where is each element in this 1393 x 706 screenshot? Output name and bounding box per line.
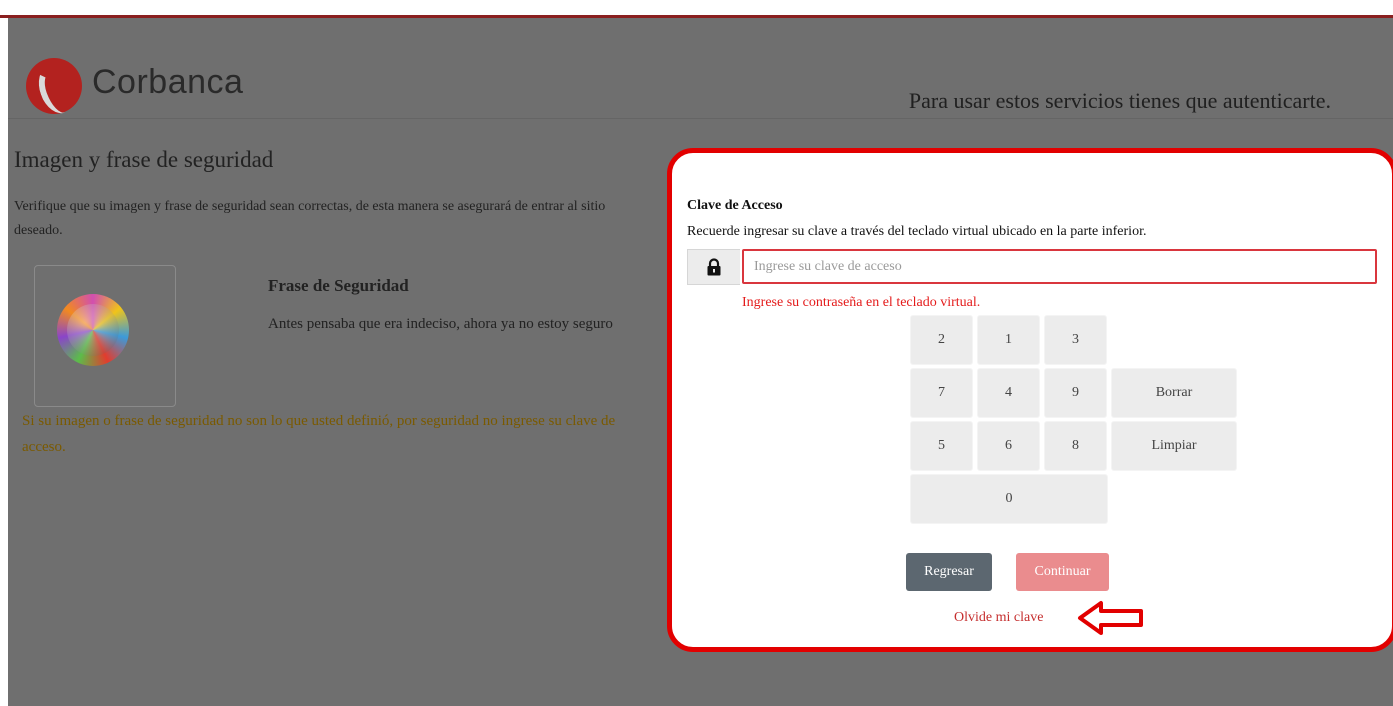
- key-9[interactable]: 9: [1044, 368, 1107, 418]
- password-error: Ingrese su contraseña en el teclado virt…: [742, 295, 981, 310]
- login-title: Clave de Acceso: [687, 198, 783, 213]
- page-header: Corbanca Para usar estos servicios tiene…: [8, 18, 1393, 119]
- yarn-ball-image: [57, 294, 129, 366]
- key-8[interactable]: 8: [1044, 421, 1107, 471]
- logo-mark: [32, 59, 82, 119]
- left-edge: [0, 18, 8, 706]
- key-1[interactable]: 1: [977, 315, 1040, 365]
- login-panel: Clave de Acceso Recuerde ingresar su cla…: [667, 148, 1393, 652]
- key-0[interactable]: 0: [910, 474, 1108, 524]
- security-image-frame: [34, 265, 176, 407]
- forgot-password-link[interactable]: Olvide mi clave: [954, 610, 1043, 626]
- key-7[interactable]: 7: [910, 368, 973, 418]
- corbanca-logo[interactable]: Corbanca: [26, 58, 266, 119]
- security-title: Imagen y frase de seguridad: [14, 147, 274, 172]
- key-2[interactable]: 2: [910, 315, 973, 365]
- security-description: Verifique que su imagen y frase de segur…: [14, 199, 606, 238]
- security-warning: Si su imagen o frase de seguridad no son…: [22, 413, 616, 455]
- key-3[interactable]: 3: [1044, 315, 1107, 365]
- phrase-text: Antes pensaba que era indeciso, ahora ya…: [268, 316, 613, 332]
- continue-button[interactable]: Continuar: [1016, 553, 1109, 591]
- lock-icon: [687, 249, 740, 285]
- back-button[interactable]: Regresar: [906, 553, 992, 591]
- phrase-title: Frase de Seguridad: [268, 276, 409, 295]
- key-6[interactable]: 6: [977, 421, 1040, 471]
- clear-button[interactable]: Limpiar: [1111, 421, 1237, 471]
- brand-name: Corbanca: [92, 63, 244, 101]
- key-4[interactable]: 4: [977, 368, 1040, 418]
- auth-message: Para usar estos servicios tienes que aut…: [908, 88, 1331, 113]
- corbanca-logo-icon: [26, 58, 82, 119]
- login-instruction: Recuerde ingresar su clave a través del …: [687, 224, 1147, 239]
- key-5[interactable]: 5: [910, 421, 973, 471]
- left-arrow-icon: [1078, 601, 1143, 635]
- password-field[interactable]: [742, 249, 1377, 284]
- delete-button[interactable]: Borrar: [1111, 368, 1237, 418]
